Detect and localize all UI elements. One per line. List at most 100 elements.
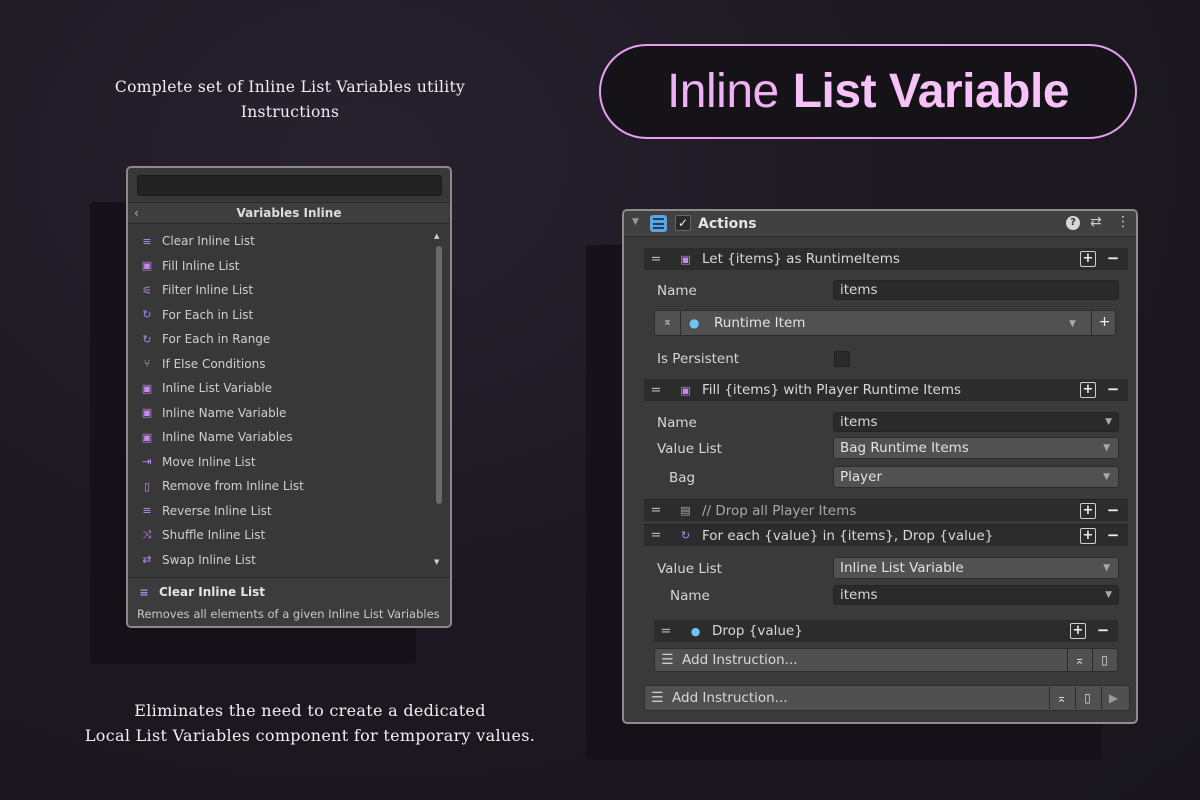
list-item-label: Filter Inline List [162,283,254,297]
dropdown-arrow-icon[interactable]: ▼ [1069,314,1076,334]
foreach-instruction-row[interactable]: = ↻ For each {value} in {items}, Drop {v… [644,524,1128,546]
drag-handle-icon[interactable]: = [644,528,668,543]
list-item[interactable]: ▣ Inline Name Variable [140,402,287,424]
add-instruction-below-button[interactable]: + [1080,528,1096,544]
search-input[interactable] [137,175,442,196]
settings-sliders-icon[interactable]: ⇄ [1090,214,1102,230]
paste-clipboard-icon[interactable]: ▯ [1075,687,1099,709]
name-variable-icon: ▣ [141,430,153,444]
list-item[interactable]: ≡ Clear Inline List [140,230,254,252]
back-arrow-icon[interactable]: ‹ [134,203,139,224]
swap-icon: ⇄ [142,553,152,566]
is-persistent-label: Is Persistent [657,351,740,367]
paste-clipboard-icon[interactable]: ▯ [1092,649,1116,671]
comment-instruction-row[interactable]: = ▤ // Drop all Player Items + − [644,499,1128,521]
collapse-chevrons-icon[interactable]: ⌅ [655,311,681,335]
fill-name-field[interactable]: items ▼ [833,412,1119,432]
scroll-down-icon[interactable]: ▼ [434,558,439,566]
clear-icon: ≡ [139,585,149,599]
list-item-label: For Each in Range [162,332,271,346]
add-type-button[interactable]: + [1091,311,1117,335]
list-variable-icon: ▣ [141,381,153,395]
dropdown-arrow-icon[interactable]: ▼ [1103,467,1110,487]
scrollbar-thumb[interactable] [436,246,442,504]
top-caption-line2: Instructions [240,103,340,121]
list-item[interactable]: ⑂ If Else Conditions [140,353,266,375]
list-item[interactable]: ≡ Reverse Inline List [140,500,271,522]
collapse-chevrons-icon[interactable]: ⌅ [1067,649,1091,671]
collapse-triangle-icon[interactable]: ▼ [632,217,639,227]
dropdown-arrow-icon[interactable]: ▼ [1105,413,1112,431]
fill-instruction-row[interactable]: = ▣ Fill {items} with Player Runtime Ite… [644,379,1128,401]
drag-handle-icon[interactable]: = [644,252,668,267]
drop-instruction-row[interactable]: = ● Drop {value} + − [654,620,1118,642]
is-persistent-checkbox[interactable] [834,351,850,367]
list-item-label: Shuffle Inline List [162,528,266,542]
scroll-up-icon[interactable]: ▲ [434,232,439,240]
list-item-label: Move Inline List [162,454,256,469]
actions-component-icon [650,215,667,232]
runtime-item-type-selector[interactable]: ⌅ ● Runtime Item ▼ + [654,310,1116,336]
top-caption: Complete set of Inline List Variables ut… [70,75,510,125]
filter-icon: ⚟ [142,283,152,297]
actions-header-title: Actions [698,216,757,232]
list-item-label: If Else Conditions [162,356,266,371]
foreach-value-list-label: Value List [657,561,722,577]
outer-add-instruction-bar[interactable]: ☰ Add Instruction... ⌅ ▯ ▶ [644,685,1130,711]
remove-instruction-button[interactable]: − [1105,382,1121,398]
list-item-label: Fill Inline List [162,258,240,273]
add-instruction-below-button[interactable]: + [1070,623,1086,639]
loop-icon: ↻ [142,308,152,321]
dropdown-arrow-icon[interactable]: ▼ [1103,438,1110,458]
list-item[interactable]: ⇥ Move Inline List [140,451,256,473]
comment-instruction-label: // Drop all Player Items [702,502,857,519]
list-item[interactable]: ▣ Fill Inline List [140,255,240,277]
help-icon[interactable]: ? [1066,216,1080,230]
title-pill: Inline List Variable [599,44,1137,139]
bottom-caption-line2: Local List Variables component for tempo… [84,726,536,745]
value-list-dropdown[interactable]: Bag Runtime Items ▼ [833,437,1119,459]
fill-icon: ▣ [680,383,691,397]
add-instruction-below-button[interactable]: + [1080,503,1096,519]
list-item[interactable]: ⇄ Swap Inline List [140,549,255,571]
list-item[interactable]: ▣ Inline List Variable [140,377,272,399]
let-name-field[interactable]: items [833,280,1119,300]
add-instruction-below-button[interactable]: + [1080,251,1096,267]
panel-header: ‹ Variables Inline [128,202,450,224]
remove-instruction-button[interactable]: − [1105,251,1121,267]
list-item-label: Inline Name Variable [162,405,287,420]
list-item[interactable]: ▯ Remove from Inline List [140,475,304,497]
remove-instruction-button[interactable]: − [1105,528,1121,544]
foreach-value-list-dropdown[interactable]: Inline List Variable ▼ [833,557,1119,579]
inner-add-instruction-bar[interactable]: ☰ Add Instruction... ⌅ ▯ [654,648,1118,672]
let-instruction-row[interactable]: = ▣ Let {items} as RuntimeItems + − [644,248,1128,270]
bag-dropdown[interactable]: Player ▼ [833,466,1119,488]
collapse-chevrons-icon[interactable]: ⌅ [1049,687,1073,709]
list-item[interactable]: ▣ Inline Name Variables [140,426,293,448]
hamburger-icon: ☰ [661,652,674,668]
loop-icon: ↻ [680,529,691,542]
drag-handle-icon[interactable]: = [644,383,668,398]
fill-name-label: Name [657,415,697,431]
list-item-label: Inline Name Variables [162,430,293,444]
remove-instruction-button[interactable]: − [1105,503,1121,519]
list-item[interactable]: ⤨ Shuffle Inline List [140,524,266,546]
comment-icon: ▤ [680,504,691,517]
add-instruction-below-button[interactable]: + [1080,382,1096,398]
scrollbar[interactable]: ▲ ▼ [434,232,443,572]
actions-header: ▼ ✓ Actions ? ⇄ ⋮ [624,211,1136,237]
dropdown-arrow-icon[interactable]: ▼ [1103,558,1110,578]
foreach-value-list-value: Inline List Variable [840,560,964,576]
remove-instruction-button[interactable]: − [1095,623,1111,639]
top-caption-line1: Complete set of Inline List Variables ut… [114,78,466,96]
enabled-checkbox[interactable]: ✓ [675,215,691,231]
more-options-icon[interactable]: ⋮ [1116,214,1130,230]
play-icon[interactable]: ▶ [1101,687,1125,709]
list-item[interactable]: ⚟ Filter Inline List [140,279,253,301]
foreach-name-field[interactable]: items ▼ [833,585,1119,605]
drag-handle-icon[interactable]: = [654,624,678,639]
list-item[interactable]: ↻ For Each in Range [140,328,270,350]
drag-handle-icon[interactable]: = [644,503,668,518]
list-item[interactable]: ↻ For Each in List [140,304,253,326]
dropdown-arrow-icon[interactable]: ▼ [1105,586,1112,604]
